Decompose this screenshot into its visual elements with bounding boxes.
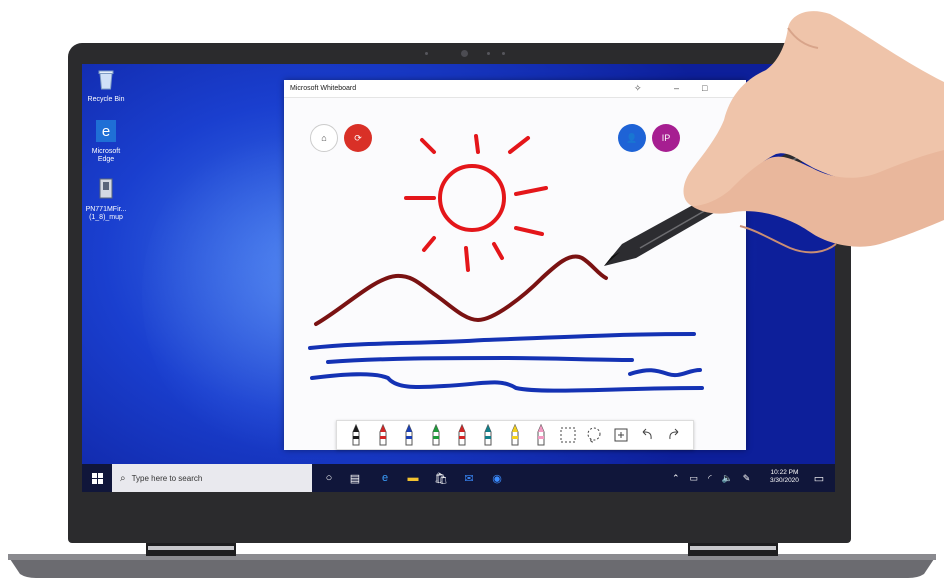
svg-text:e: e [102, 123, 110, 140]
window-title: Microsoft Whiteboard [290, 85, 357, 92]
toolbar-yellow-highlighter[interactable] [505, 423, 525, 447]
search-placeholder: Type here to search [131, 473, 203, 483]
teal-pen-icon [484, 424, 492, 446]
sun-ray [514, 226, 544, 236]
yellow-highlighter-icon [511, 424, 519, 446]
water-stroke [628, 368, 702, 378]
wifi-icon[interactable]: ◜ [708, 473, 712, 484]
toolbar-add[interactable] [611, 423, 631, 447]
sun-ray [420, 138, 436, 154]
battery-icon[interactable]: ▭ [690, 473, 699, 484]
toolbar-ruler[interactable] [558, 423, 578, 447]
window-titlebar: Microsoft Whiteboard ✧ – □ [284, 80, 746, 98]
red-pen-icon [458, 424, 466, 446]
add-icon [614, 428, 628, 442]
desktop-icon-file[interactable]: PN771MFir... (1_8)_mup [82, 178, 130, 222]
taskbar-search[interactable]: ⌕ Type here to search [112, 464, 312, 492]
desktop-icon-label: Microsoft Edge [91, 148, 121, 163]
mail-icon[interactable]: ✉ [462, 471, 476, 485]
inking-toolbar [336, 420, 694, 450]
notifications-icon[interactable]: ▭ [812, 471, 826, 485]
toolbar-red-pen[interactable] [452, 423, 472, 447]
water-stroke [310, 372, 704, 393]
search-icon: ⌕ [120, 472, 126, 484]
desktop-icon-label: Recycle Bin [87, 96, 125, 103]
toolbar-teal-pen[interactable] [478, 423, 498, 447]
toolbar-red-pen[interactable] [373, 423, 393, 447]
cortana-icon[interactable]: ○ [322, 471, 336, 485]
sensor-dot [425, 52, 428, 55]
toolbar-green-pen[interactable] [426, 423, 446, 447]
file-icon [99, 178, 113, 199]
task-view-icon[interactable]: ▤ [348, 471, 362, 485]
toolbar-black-pen[interactable] [346, 423, 366, 447]
lasso-icon [587, 427, 601, 443]
sun-ray [422, 236, 436, 252]
sun-ray [514, 186, 548, 196]
pen-workspace-icon[interactable]: ✎ [743, 473, 751, 484]
whiteboard-taskbar-icon[interactable]: ◉ [490, 471, 504, 485]
toolbar-pink-eraser[interactable] [531, 423, 551, 447]
sun-circle [438, 164, 506, 232]
sensor-dot [502, 52, 505, 55]
toolbar-blue-pen[interactable] [399, 423, 419, 447]
desktop-icon-recycle-bin[interactable]: Recycle Bin [82, 68, 130, 104]
blue-pen-icon [405, 424, 413, 446]
desktop-screen: Recycle Bin e Microsoft Edge PN771MFir..… [82, 64, 835, 492]
ink-drawing [308, 134, 704, 393]
clock-time: 10:22 PM [770, 469, 799, 476]
windows-logo-icon [91, 472, 103, 484]
recycle-bin-icon [98, 70, 114, 90]
redo-icon [669, 428, 679, 440]
ruler-icon [560, 427, 576, 443]
system-tray: ⌃ ▭ ◜ 🔈 ✎ [672, 464, 750, 492]
minimize-button[interactable]: – [674, 83, 679, 93]
water-stroke [326, 355, 634, 364]
edge-icon: e [96, 120, 116, 142]
edge-taskbar-icon[interactable]: e [378, 471, 392, 485]
laptop-base [8, 542, 936, 578]
whiteboard-window: Microsoft Whiteboard ✧ – □ ⌂ ⟳ 👤 IP [284, 80, 746, 450]
toolbar-redo[interactable] [664, 423, 684, 447]
photo-stage: Recycle Bin e Microsoft Edge PN771MFir..… [0, 0, 944, 587]
clock[interactable]: 10:22 PM 3/30/2020 [770, 469, 799, 485]
maximize-button[interactable]: □ [702, 83, 707, 93]
webcam [461, 50, 468, 57]
file-explorer-icon[interactable]: ▬ [406, 471, 420, 485]
volume-icon[interactable]: 🔈 [722, 473, 733, 484]
chevron-up-icon[interactable]: ⌃ [672, 473, 680, 484]
toolbar-undo[interactable] [637, 423, 657, 447]
black-pen-icon [352, 424, 360, 446]
sensor-dot [487, 52, 490, 55]
sun-ray [474, 134, 480, 154]
store-icon[interactable]: 🛍 [434, 471, 448, 485]
undo-icon [642, 428, 652, 440]
pink-eraser-icon [537, 424, 545, 446]
toolbar-lasso[interactable] [584, 423, 604, 447]
taskbar: ⌕ Type here to search ○ ▤ e ▬ 🛍 ✉ ◉ ⌃ ▭ … [82, 464, 835, 492]
desktop-icon-edge[interactable]: e Microsoft Edge [82, 120, 130, 164]
whiteboard-canvas[interactable]: ⌂ ⟳ 👤 IP [284, 98, 746, 450]
red-pen-icon [379, 424, 387, 446]
desktop-icon-label: PN771MFir... (1_8)_mup [85, 206, 127, 221]
water-stroke [308, 332, 696, 350]
green-pen-icon [432, 424, 440, 446]
clock-date: 3/30/2020 [770, 477, 799, 484]
start-button[interactable] [90, 471, 104, 485]
sun-ray [492, 242, 504, 260]
mountain-stroke [314, 254, 608, 326]
sun-ray [508, 136, 530, 154]
settings-icon[interactable]: ✧ [634, 83, 642, 94]
sun-ray [464, 246, 470, 272]
